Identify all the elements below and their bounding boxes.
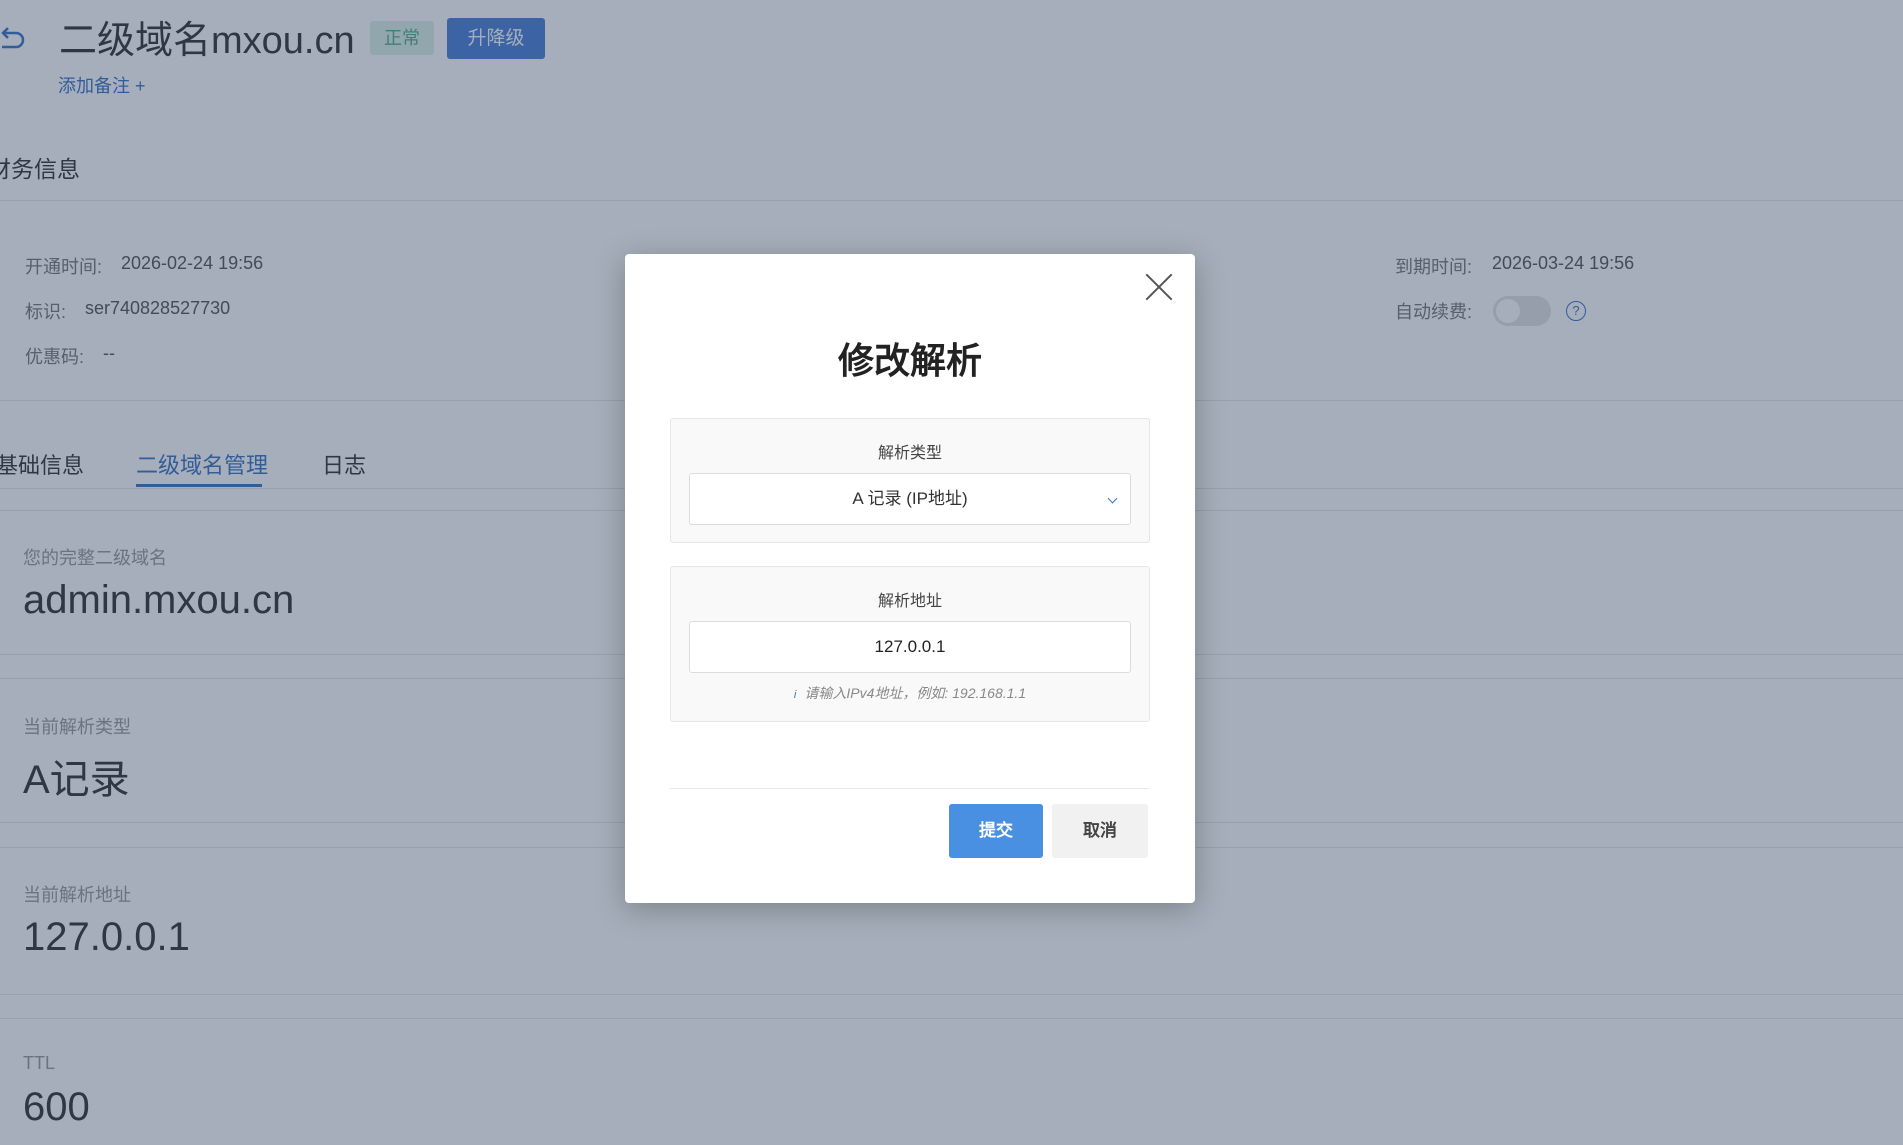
resolution-type-group: 解析类型 A 记录 (IP地址) bbox=[670, 418, 1150, 543]
address-hint-text: 请输入IPv4地址，例如: 192.168.1.1 bbox=[804, 685, 1027, 701]
resolution-address-group: 解析地址 i 请输入IPv4地址，例如: 192.168.1.1 bbox=[670, 566, 1150, 722]
submit-button[interactable]: 提交 bbox=[949, 804, 1043, 858]
cancel-button[interactable]: 取消 bbox=[1052, 804, 1148, 858]
edit-resolution-modal: 修改解析 解析类型 A 记录 (IP地址) 解析地址 i 请输入IPv4地址，例如… bbox=[625, 254, 1195, 903]
resolution-address-label: 解析地址 bbox=[877, 593, 942, 610]
resolution-type-select[interactable]: A 记录 (IP地址) bbox=[689, 473, 1131, 525]
modal-footer-divider bbox=[670, 788, 1150, 789]
address-hint: i 请输入IPv4地址，例如: 192.168.1.1 bbox=[671, 683, 1149, 703]
close-icon[interactable] bbox=[1144, 272, 1174, 302]
resolution-type-selected: A 记录 (IP地址) bbox=[852, 489, 968, 508]
resolution-address-input[interactable] bbox=[689, 621, 1131, 673]
modal-title: 修改解析 bbox=[837, 340, 982, 381]
resolution-type-label: 解析类型 bbox=[877, 445, 942, 462]
info-icon: i bbox=[793, 689, 797, 701]
